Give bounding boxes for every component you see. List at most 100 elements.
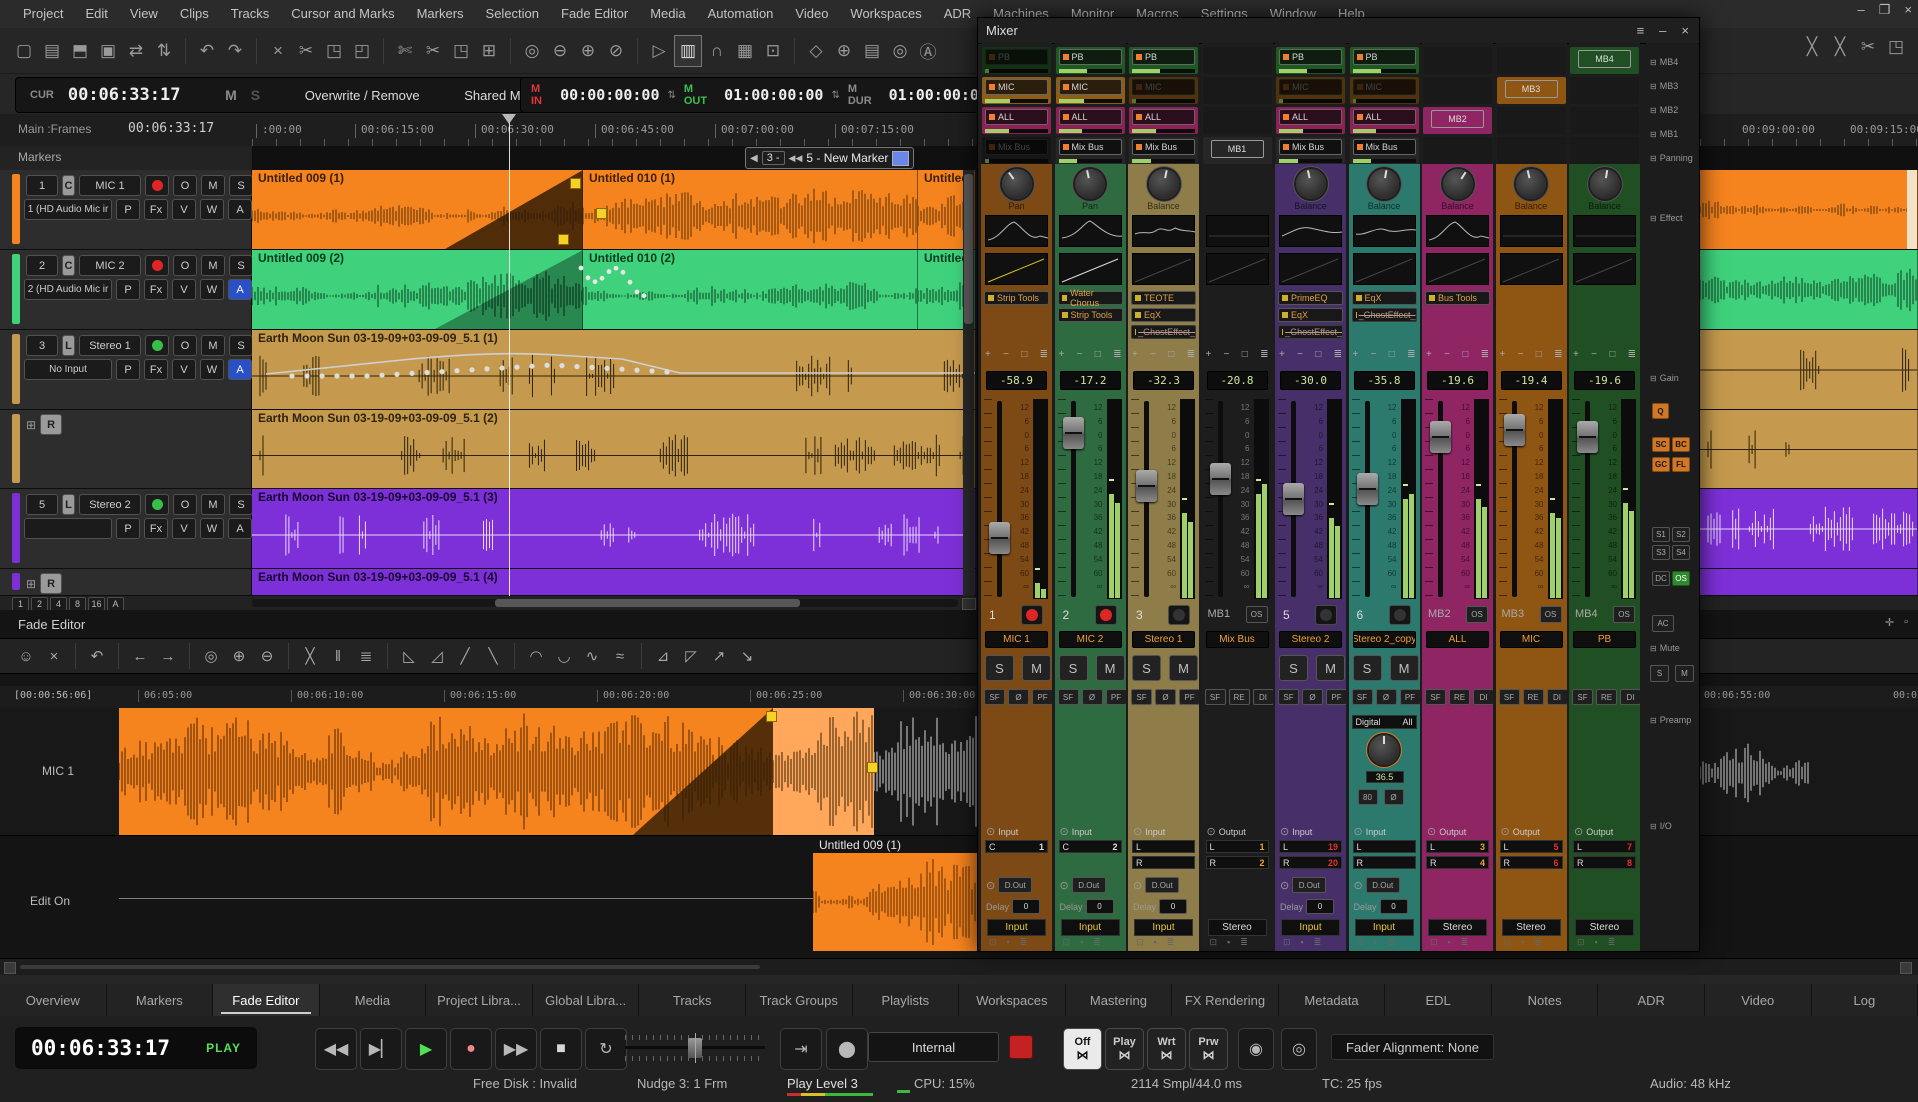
plugin-slot[interactable]: TEOTE <box>1131 291 1196 305</box>
audio-clip-continued[interactable] <box>1700 170 1918 249</box>
group-icon[interactable]: ⊞ <box>476 36 502 66</box>
strip-menu-icon[interactable]: ≣ <box>1608 937 1616 948</box>
fade-overlap-section[interactable] <box>773 708 874 835</box>
insert-+[interactable]: + <box>1500 349 1506 360</box>
fader-alignment-button[interactable]: Fader Alignment: None <box>1331 1034 1494 1060</box>
tab-playlists[interactable]: Playlists <box>853 984 960 1016</box>
track-m-button[interactable]: M <box>201 175 225 196</box>
foot-ø-button[interactable]: Ø <box>1155 689 1176 705</box>
insert-−[interactable]: − <box>1371 349 1377 360</box>
insert-□[interactable]: □ <box>1021 349 1027 360</box>
track-header[interactable]: ⊞R <box>0 410 252 488</box>
channel-record-button[interactable] <box>1021 605 1043 625</box>
master-badge-sc[interactable]: SC <box>1652 437 1670 452</box>
copy-special-icon[interactable]: ◳ <box>448 36 474 66</box>
channel-name[interactable]: PB <box>1573 631 1636 648</box>
track-fx-button[interactable]: Fx <box>144 279 168 300</box>
audio-clip-continued[interactable] <box>1700 410 1918 488</box>
master-badge-s4[interactable]: S4 <box>1672 545 1690 560</box>
master-group-effect[interactable]: ⊟Effect <box>1650 213 1683 223</box>
slope-up-icon[interactable]: ↗ <box>707 643 731 669</box>
pan-knob[interactable] <box>1296 169 1326 199</box>
track-ready-button[interactable]: R <box>40 414 62 435</box>
insert-−[interactable]: − <box>1224 349 1230 360</box>
fader-db-readout[interactable]: -19.4 <box>1501 371 1562 390</box>
strip-dot-icon[interactable]: ▪ <box>1227 937 1230 948</box>
track-s-button[interactable]: S <box>229 255 253 276</box>
menu-item-media[interactable]: Media <box>639 0 696 28</box>
bus-assign-button[interactable]: PB <box>1132 49 1195 65</box>
foot-di-button[interactable]: DI <box>1473 689 1493 705</box>
zoom-out-fade-icon[interactable]: ⊖ <box>255 643 279 669</box>
io-channel-row[interactable]: R20 <box>1279 856 1342 869</box>
new-project-icon[interactable]: ▢ <box>11 36 37 66</box>
os-button[interactable]: OS <box>1613 606 1635 623</box>
zoom-preset-2[interactable]: 2 <box>31 597 48 611</box>
strip-menu-icon[interactable]: ≣ <box>1093 937 1101 948</box>
stop-button[interactable]: ■ <box>540 1028 582 1070</box>
io-bottom-label[interactable]: Input <box>1281 919 1340 936</box>
jog-slider[interactable] <box>625 1033 765 1063</box>
io-channel-row[interactable]: R2 <box>1206 856 1269 869</box>
master-q-button[interactable]: Q <box>1652 403 1669 419</box>
track-header[interactable]: 5LStereo 2OMSPFxVWA <box>0 489 252 568</box>
eq-graph[interactable] <box>1426 215 1489 247</box>
bus-assign-button[interactable]: Mix Bus <box>985 139 1048 155</box>
eq-graph[interactable] <box>1573 215 1636 247</box>
master-badge-s2[interactable]: S2 <box>1672 527 1690 542</box>
strip-menu-icon[interactable]: ≣ <box>1240 937 1248 948</box>
automation-play-button[interactable]: Play⋈ <box>1105 1028 1144 1070</box>
window-close-icon[interactable]: × <box>1904 2 1912 18</box>
io-bottom-label[interactable]: Input <box>987 919 1046 936</box>
track-o-button[interactable]: O <box>173 255 197 276</box>
track-record-button[interactable] <box>145 255 169 276</box>
dynamics-graph[interactable] <box>1059 253 1122 285</box>
window-minimize-icon[interactable]: – <box>1858 2 1865 18</box>
insert-−[interactable]: − <box>1150 349 1156 360</box>
fader-track[interactable] <box>1218 401 1223 597</box>
fader-track[interactable] <box>997 401 1002 597</box>
curve-convex-icon[interactable]: ◠ <box>524 643 548 669</box>
track-v-button[interactable]: V <box>172 199 196 220</box>
insert-□[interactable]: □ <box>1315 349 1321 360</box>
strip-view-icon[interactable]: ⊡ <box>989 937 997 948</box>
master-badge-s1[interactable]: S1 <box>1652 527 1670 542</box>
io-bottom-label[interactable]: Stereo <box>1502 919 1561 936</box>
foot-pf-button[interactable]: PF <box>1032 689 1052 705</box>
insert-□[interactable]: □ <box>1536 349 1542 360</box>
expand-icon[interactable]: ⊞ <box>26 418 36 432</box>
strip-menu-icon[interactable]: ≣ <box>1534 937 1542 948</box>
crossfade-cut-icon[interactable]: ✂ <box>1855 32 1881 62</box>
track-p-button[interactable]: P <box>116 359 140 380</box>
foot-ø-button[interactable]: Ø <box>1302 689 1323 705</box>
track-fx-button[interactable]: Fx <box>144 199 168 220</box>
insert-≣[interactable]: ≣ <box>1260 349 1268 360</box>
menu-item-cursor-and-marks[interactable]: Cursor and Marks <box>280 0 405 28</box>
strip-menu-icon[interactable]: ≣ <box>1461 937 1469 948</box>
io-channel-row[interactable]: C1 <box>985 840 1048 853</box>
curve-s-icon[interactable]: ∿ <box>580 643 604 669</box>
track-a-button[interactable]: A <box>228 279 252 300</box>
channel-record-button[interactable] <box>1168 605 1190 625</box>
plugin-slot[interactable]: _GhostEffect_ <box>1278 325 1343 339</box>
io-bottom-label[interactable]: Input <box>1134 919 1193 936</box>
insert-−[interactable]: − <box>1297 349 1303 360</box>
playhead-marker-icon[interactable] <box>502 114 516 124</box>
channel-name[interactable]: Stereo 1 <box>1132 631 1195 648</box>
fader-db-readout[interactable]: -58.9 <box>986 371 1047 390</box>
fader-handle[interactable] <box>1577 421 1598 453</box>
digital-mode-row[interactable]: DigitalAll <box>1352 715 1417 729</box>
insert-+[interactable]: + <box>1573 349 1579 360</box>
foot-ø-button[interactable]: Ø <box>1008 689 1029 705</box>
cut-icon[interactable]: ✂ <box>293 36 319 66</box>
fader-db-readout[interactable]: -35.8 <box>1354 371 1415 390</box>
slope-down-icon[interactable]: ↘ <box>735 643 759 669</box>
foot-sf-button[interactable]: SF <box>1205 689 1226 705</box>
undo-fade-icon[interactable]: ↶ <box>85 643 109 669</box>
track-record-button[interactable] <box>145 175 169 196</box>
video-icon[interactable]: ◇ <box>803 36 829 66</box>
track-o-button[interactable]: O <box>173 335 197 356</box>
cut-special-icon[interactable]: ✂ <box>420 36 446 66</box>
dynamics-graph[interactable] <box>1279 253 1342 285</box>
automation-wrt-button[interactable]: Wrt⋈ <box>1147 1028 1186 1070</box>
